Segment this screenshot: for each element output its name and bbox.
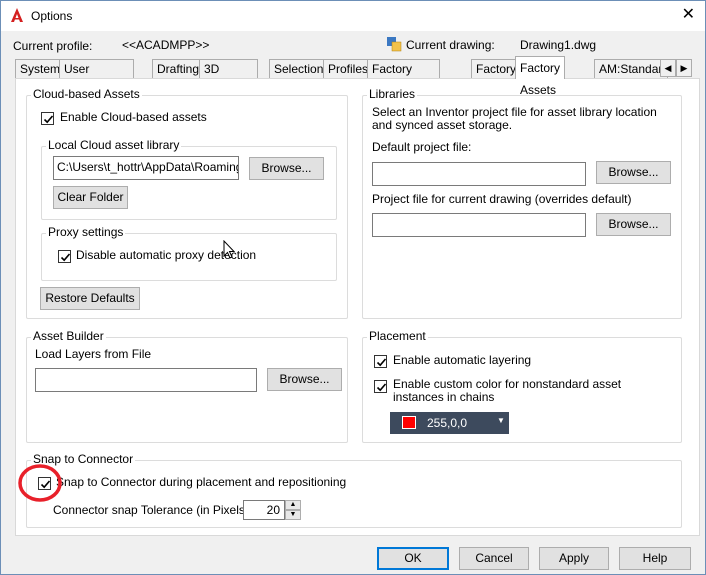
current-drawing-value: Drawing1.dwg (520, 38, 597, 52)
libraries-label: Libraries (367, 87, 418, 101)
help-button[interactable]: Help (619, 547, 691, 570)
disable-proxy-checkbox[interactable] (58, 250, 71, 263)
tolerance-label: Connector snap Tolerance (in Pixels): (53, 503, 253, 517)
default-project-label: Default project file: (372, 140, 472, 154)
restore-defaults-button[interactable]: Restore Defaults (40, 287, 140, 310)
tab-scroll-left-icon[interactable]: ◀ (660, 59, 676, 77)
tolerance-input[interactable]: 20 (243, 500, 285, 520)
tab-3d-modeling[interactable]: 3D Modeling (199, 59, 258, 94)
tab-scroll-right-icon[interactable]: ▶ (676, 59, 692, 77)
chevron-down-icon: ▼ (497, 416, 505, 425)
load-layers-label: Load Layers from File (35, 347, 152, 361)
current-project-browse-button[interactable]: Browse... (596, 213, 671, 236)
spin-up-icon[interactable]: ▲ (285, 500, 301, 510)
library-path-input[interactable]: C:\Users\t_hottr\AppData\Roaming\Au (53, 156, 239, 180)
color-swatch (402, 416, 416, 429)
color-dropdown[interactable]: 255,0,0 ▼ (390, 412, 509, 434)
checkmark-icon (376, 383, 387, 392)
default-project-input[interactable] (372, 162, 586, 186)
default-project-browse-button[interactable]: Browse... (596, 161, 671, 184)
placement-label: Placement (367, 329, 428, 343)
checkmark-icon (43, 115, 54, 124)
cloud-assets-label: Cloud-based Assets (31, 87, 142, 101)
autocad-logo-icon (9, 7, 25, 23)
enable-cloud-checkbox[interactable] (41, 112, 54, 125)
window-title: Options (31, 9, 73, 23)
options-dialog: Options ✕ Current profile: <<ACADMPP>> C… (0, 0, 706, 575)
close-icon[interactable]: ✕ (682, 7, 695, 23)
cancel-button[interactable]: Cancel (459, 547, 529, 570)
libraries-description: Select an Inventor project file for asse… (372, 105, 657, 132)
custom-color-checkbox[interactable] (374, 380, 387, 393)
proxy-settings-label: Proxy settings (46, 225, 126, 239)
asset-builder-label: Asset Builder (31, 329, 106, 343)
spin-down-icon[interactable]: ▼ (285, 510, 301, 520)
custom-color-label: Enable custom color for nonstandard asse… (393, 377, 622, 404)
enable-cloud-label: Enable Cloud-based assets (60, 110, 207, 124)
library-browse-button[interactable]: Browse... (249, 157, 324, 180)
tab-selection[interactable]: Selection (269, 59, 329, 78)
drawing-icon (387, 37, 402, 52)
auto-layering-checkbox[interactable] (374, 355, 387, 368)
tab-factory-annotations[interactable]: Factory Annotations (367, 59, 441, 94)
tab-am-standard[interactable]: AM:Standarc (594, 59, 668, 78)
current-project-input[interactable] (372, 213, 586, 237)
mouse-cursor-icon (223, 240, 236, 259)
local-library-label: Local Cloud asset library (46, 138, 182, 152)
auto-layering-label: Enable automatic layering (393, 353, 532, 367)
tab-factory[interactable]: Factory (471, 59, 522, 78)
clear-folder-button[interactable]: Clear Folder (53, 186, 128, 209)
tab-drafting[interactable]: Drafting (152, 59, 205, 78)
snap-label: Snap to Connector during placement and r… (56, 475, 347, 489)
ok-button[interactable]: OK (377, 547, 449, 570)
current-profile-value: <<ACADMPP>> (122, 38, 210, 52)
snap-group: Snap to Connector (26, 452, 682, 528)
load-layers-browse-button[interactable]: Browse... (267, 368, 342, 391)
current-project-label: Project file for current drawing (overri… (372, 192, 632, 206)
tab-factory-assets[interactable]: Factory Assets (515, 56, 566, 97)
tab-profiles[interactable]: Profiles (323, 59, 374, 78)
load-layers-input[interactable] (35, 368, 257, 392)
color-value: 255,0,0 (427, 416, 468, 430)
tab-user-preferences[interactable]: User Preferences (59, 59, 134, 94)
checkmark-icon (60, 253, 71, 262)
current-drawing-label: Current drawing: (406, 38, 495, 52)
checkmark-icon (376, 358, 387, 367)
highlight-circle-icon (18, 464, 62, 502)
apply-button[interactable]: Apply (539, 547, 609, 570)
title-bar: Options ✕ (1, 1, 705, 31)
tab-system[interactable]: System (15, 59, 66, 78)
current-profile-label: Current profile: (13, 39, 93, 53)
